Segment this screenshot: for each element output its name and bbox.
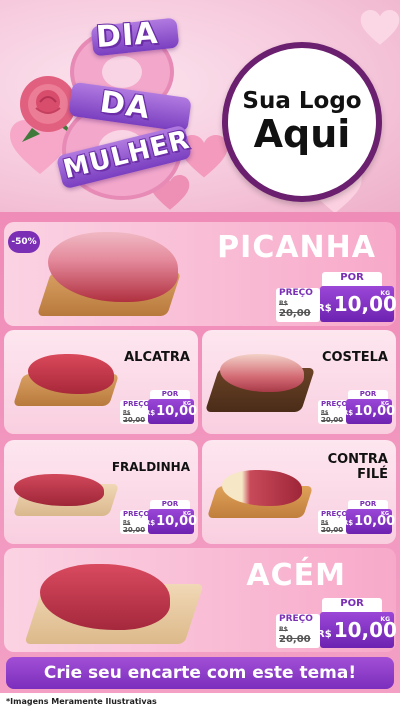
- unit-label: KG: [380, 290, 390, 297]
- price-tag: POR PREÇO R$ 20,00 R$ 10,00 KG: [120, 390, 197, 424]
- price-tag: POR PREÇO R$ 20,00 R$ 10,00 KG: [120, 500, 197, 534]
- price-tag: POR PREÇO R$ 20,00 R$ 10,00 KG: [318, 500, 395, 534]
- heart-icon: [360, 10, 400, 45]
- product-name: CONTRA FILÉ: [302, 452, 388, 482]
- old-currency: R$: [279, 300, 288, 307]
- new-price-box: R$ 10,00 KG: [343, 509, 395, 534]
- create-flyer-button[interactable]: Crie seu encarte com este tema!: [6, 657, 394, 689]
- price-tag: POR PREÇO R$ 20,00 R$ 10,00 KG: [276, 598, 397, 648]
- new-price-box: R$ 10,00 KG: [317, 286, 397, 322]
- title-dia: DIA: [94, 15, 160, 56]
- new-price-box: R$ 10,00 KG: [317, 612, 397, 648]
- old-price: 20,00: [279, 308, 311, 319]
- new-price-box: R$ 10,00 KG: [343, 399, 395, 424]
- por-label: POR: [322, 272, 382, 286]
- product-name: FRALDINHA: [111, 460, 190, 474]
- preco-box: PREÇO R$ 20,00: [276, 288, 320, 322]
- discount-badge: -50%: [8, 231, 40, 253]
- logo-line2: Aqui: [253, 112, 351, 157]
- product-name: ALCATRA: [124, 350, 190, 365]
- product-name-line1: CONTRA: [327, 452, 388, 467]
- product-name: PICANHA: [217, 230, 376, 265]
- price-tag: POR PREÇO R$ 20,00 R$ 10,00 KG: [318, 390, 395, 424]
- preco-box: PREÇO R$ 20,00: [276, 614, 320, 648]
- header-banner: DIA DA MULHER Sua Logo Aqui: [0, 0, 400, 212]
- currency: R$: [317, 303, 332, 314]
- new-price-box: R$ 10,00 KG: [145, 399, 197, 424]
- product-name: ACÉM: [246, 558, 346, 593]
- disclaimer-text: *Imagens Meramente Ilustrativas: [0, 693, 400, 711]
- product-name: COSTELA: [321, 350, 388, 365]
- product-name-line2: FILÉ: [357, 467, 388, 482]
- logo-line1: Sua Logo: [242, 88, 362, 115]
- price-tag: POR PREÇO R$ 20,00 R$ 10,00 KG: [276, 272, 397, 322]
- new-price-box: R$ 10,00 KG: [145, 509, 197, 534]
- title-da: DA: [97, 84, 153, 127]
- logo-placeholder: Sua Logo Aqui: [222, 42, 382, 202]
